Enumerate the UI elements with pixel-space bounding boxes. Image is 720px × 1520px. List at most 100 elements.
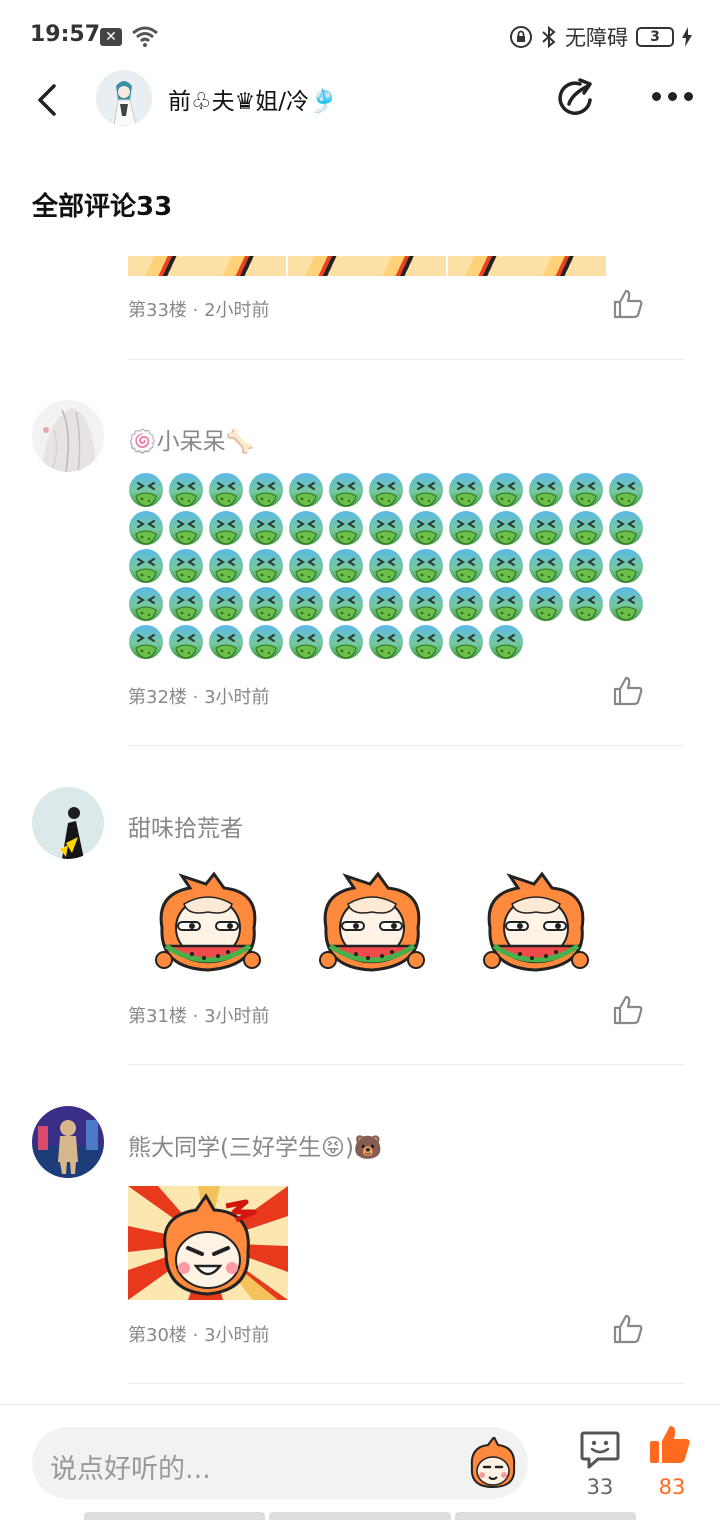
emoji-row <box>128 472 668 510</box>
nauseated-face-icon <box>289 549 323 583</box>
status-bar: 19:57 ✕ 无障碍 3 <box>0 0 720 72</box>
home-indicator-segment <box>84 1512 266 1520</box>
comment-icon[interactable] <box>578 1427 622 1471</box>
sticker-image <box>288 256 448 276</box>
more-dot-icon <box>668 92 677 101</box>
nauseated-face-icon <box>369 549 403 583</box>
comment-username[interactable]: 🍥小呆呆🦴 <box>128 422 254 456</box>
divider <box>128 1383 684 1384</box>
battery-icon: 3 <box>636 27 674 47</box>
nauseated-face-icon <box>609 549 643 583</box>
nauseated-face-icon <box>529 549 563 583</box>
nauseated-face-icon <box>609 511 643 545</box>
avatar-image <box>32 787 104 859</box>
sticker-strip[interactable] <box>128 256 608 276</box>
nauseated-face-icon <box>209 473 243 507</box>
nauseated-face-icon <box>249 549 283 583</box>
nauseated-face-icon <box>449 625 483 659</box>
angry-sticker-image <box>128 1186 288 1300</box>
comment-meta: 第31楼 · 3小时前 <box>128 1006 270 1027</box>
watermelon-sticker[interactable] <box>476 870 596 980</box>
nauseated-face-icon <box>209 587 243 621</box>
more-dot-icon <box>652 92 661 101</box>
thumbs-up-icon[interactable] <box>612 994 644 1026</box>
nauseated-face-icon <box>329 587 363 621</box>
nauseated-face-icon <box>129 511 163 545</box>
charging-icon <box>682 27 692 47</box>
home-indicator-segment <box>269 1512 451 1520</box>
nauseated-face-icon <box>169 587 203 621</box>
watermelon-sticker[interactable] <box>148 870 268 980</box>
like-count: 83 <box>658 1475 686 1499</box>
comment-username[interactable]: 甜味拾荒者 <box>128 809 243 843</box>
divider <box>128 745 684 746</box>
sticker-image <box>128 256 288 276</box>
comment-meta: 第30楼 · 3小时前 <box>128 1325 270 1346</box>
nauseated-face-icon <box>529 587 563 621</box>
nauseated-face-icon <box>409 587 443 621</box>
share-icon[interactable] <box>554 76 598 120</box>
avatar-image <box>96 70 152 126</box>
page-title: 前♧夫♛姐/冷🎐 <box>168 89 338 115</box>
nauseated-face-icon <box>169 511 203 545</box>
more-options-button[interactable] <box>648 86 696 106</box>
nauseated-face-icon <box>409 511 443 545</box>
emoji-row <box>128 510 668 548</box>
thumbs-up-icon[interactable] <box>612 1313 644 1345</box>
back-button[interactable] <box>30 80 66 120</box>
comment-input[interactable]: 说点好听的... <box>32 1427 528 1499</box>
x-badge-icon: ✕ <box>100 28 122 46</box>
nauseated-face-icon <box>369 473 403 507</box>
nauseated-face-icon <box>449 587 483 621</box>
thumbs-up-icon[interactable] <box>612 675 644 707</box>
nauseated-face-icon <box>529 511 563 545</box>
nauseated-face-icon <box>609 473 643 507</box>
bluetooth-icon <box>542 25 556 49</box>
home-indicator-segment <box>454 1512 636 1520</box>
sticker-image[interactable] <box>128 1186 288 1300</box>
status-right: 无障碍 3 <box>509 22 692 52</box>
nauseated-face-icon <box>449 473 483 507</box>
nauseated-face-icon <box>249 511 283 545</box>
divider <box>128 359 684 360</box>
nauseated-face-icon <box>249 587 283 621</box>
home-indicator <box>84 1512 636 1520</box>
comment-username[interactable]: 熊大同学(三好学生😝)🐻 <box>128 1128 383 1162</box>
avatar[interactable] <box>32 400 104 472</box>
nauseated-face-icon <box>569 549 603 583</box>
nauseated-face-icon <box>489 473 523 507</box>
comments-header: 全部评论33 <box>32 192 173 222</box>
avatar[interactable] <box>32 787 104 859</box>
avatar[interactable] <box>32 1106 104 1178</box>
nauseated-face-icon <box>369 587 403 621</box>
nauseated-face-icon <box>409 549 443 583</box>
nauseated-face-icon <box>609 587 643 621</box>
nauseated-face-icon <box>289 587 323 621</box>
nauseated-face-icon <box>329 625 363 659</box>
nauseated-face-icon <box>289 625 323 659</box>
nauseated-face-icon <box>209 511 243 545</box>
sticker-picker-icon[interactable] <box>464 1437 522 1489</box>
nauseated-face-icon <box>249 473 283 507</box>
sticker-row <box>148 870 618 980</box>
comment-count: 33 <box>586 1475 614 1499</box>
comment-meta: 第32楼 · 3小时前 <box>128 687 270 708</box>
thumbs-up-icon[interactable] <box>612 288 644 320</box>
nauseated-face-icon <box>329 511 363 545</box>
nauseated-face-icon <box>129 587 163 621</box>
bottom-bar: 说点好听的... 33 83 <box>0 1404 720 1520</box>
nauseated-face-icon <box>129 625 163 659</box>
divider <box>128 1064 684 1065</box>
author-avatar[interactable] <box>96 70 152 126</box>
watermelon-sticker[interactable] <box>312 870 432 980</box>
comment-meta: 第33楼 · 2小时前 <box>128 300 270 321</box>
nauseated-face-icon <box>569 587 603 621</box>
nauseated-face-icon <box>369 511 403 545</box>
wifi-icon <box>132 26 158 47</box>
emoji-grid <box>128 472 668 662</box>
nauseated-face-icon <box>489 587 523 621</box>
emoji-row <box>128 624 668 662</box>
nauseated-face-icon <box>169 625 203 659</box>
status-time: 19:57 <box>30 22 101 47</box>
thumbs-up-filled-icon[interactable] <box>648 1423 692 1467</box>
